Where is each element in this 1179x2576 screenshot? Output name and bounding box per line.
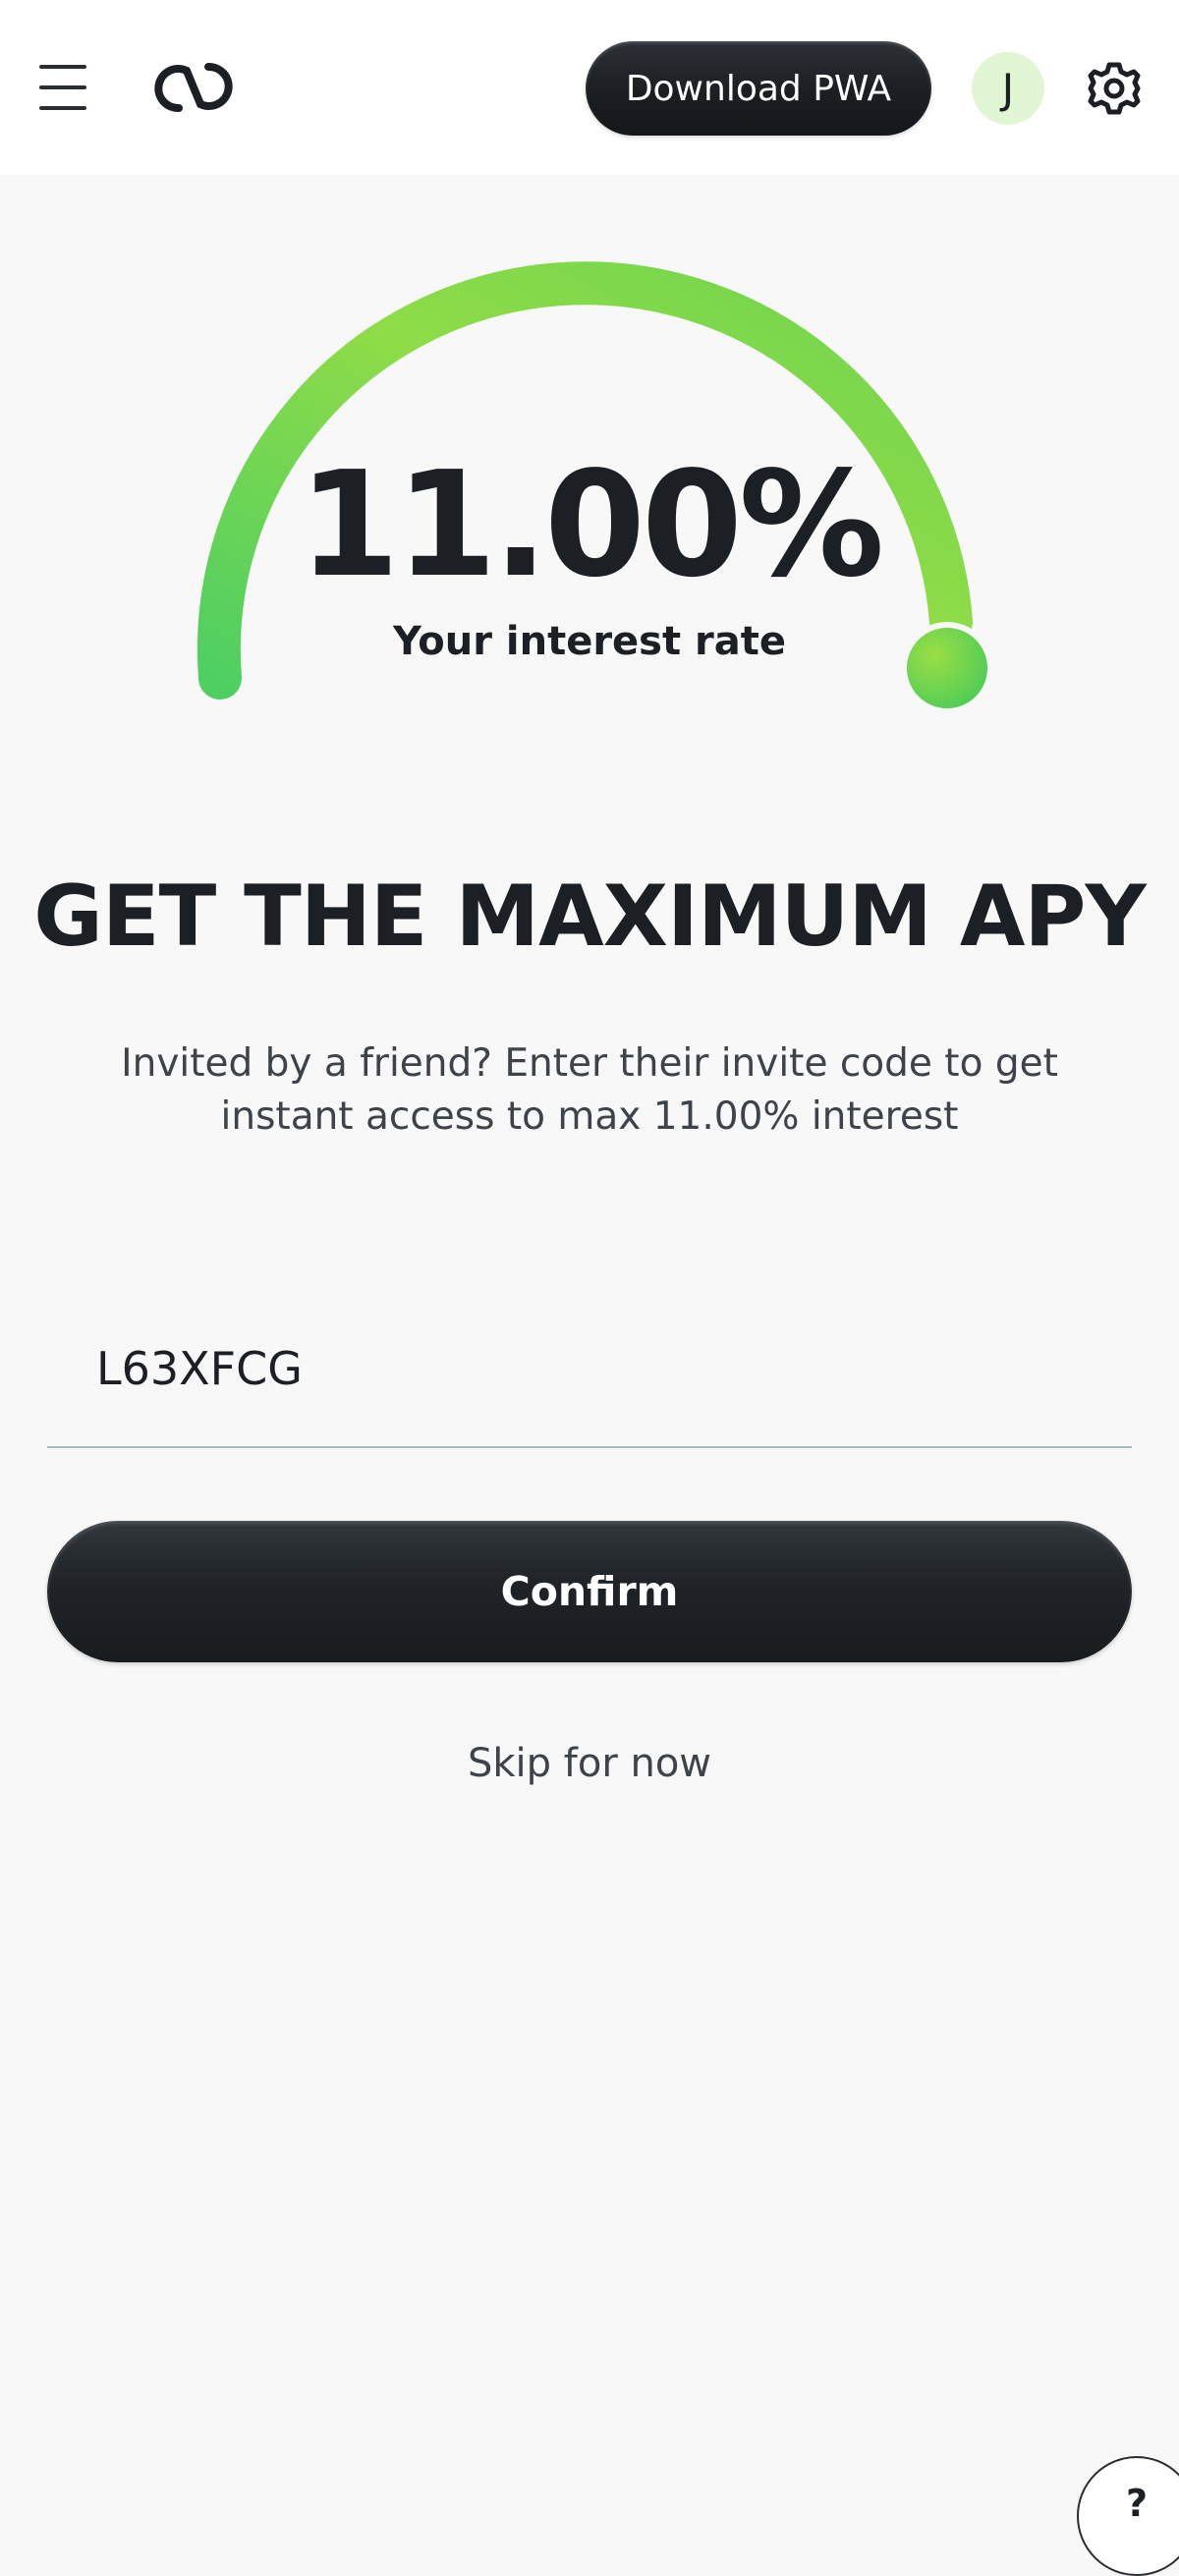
promo-description: Invited by a friend? Enter their invite … — [121, 1041, 1058, 1139]
invite-code-input[interactable] — [47, 1307, 1132, 1446]
invite-code-field[interactable] — [47, 1307, 1132, 1448]
top-bar: Download PWA J — [0, 0, 1179, 175]
link-logo-icon[interactable] — [151, 59, 236, 116]
interest-rate-label: Your interest rate — [392, 619, 787, 664]
confirm-button[interactable]: Confirm — [47, 1521, 1132, 1662]
skip-for-now-link[interactable]: Skip for now — [0, 1741, 1179, 1786]
help-button[interactable]: ? — [1077, 2456, 1179, 2576]
hamburger-menu-icon[interactable] — [39, 65, 86, 110]
download-pwa-button[interactable]: Download PWA — [586, 41, 931, 136]
gear-icon[interactable] — [1085, 59, 1144, 118]
page-title: GET THE MAXIMUM APY — [33, 868, 1147, 966]
avatar[interactable]: J — [972, 52, 1044, 125]
interest-rate-value: 11.00% — [298, 440, 884, 609]
